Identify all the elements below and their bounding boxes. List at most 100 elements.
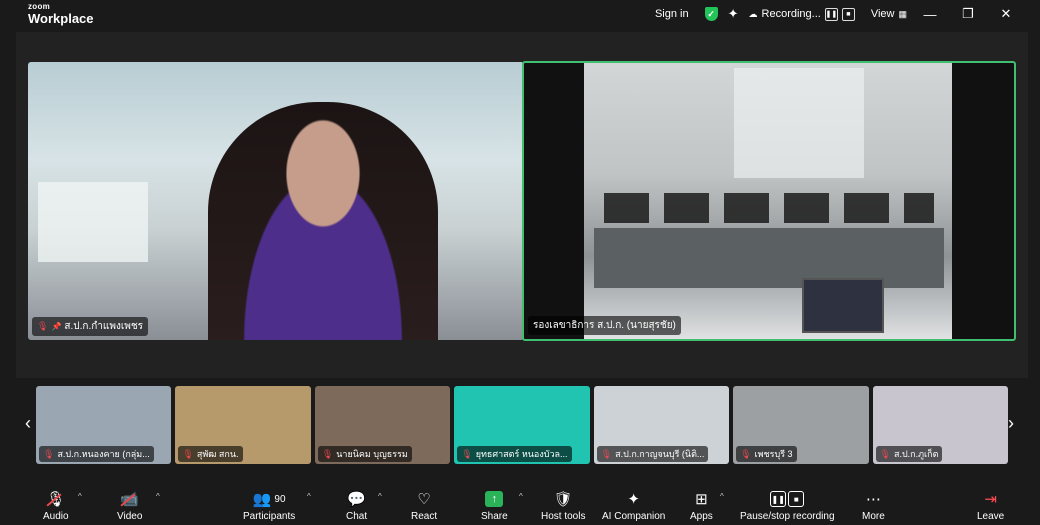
view-label: View [870,8,895,20]
close-icon[interactable]: ✕ [992,6,1020,22]
mic-muted-icon: 🎙 [600,448,613,459]
video-stage: 🎙 📌 ส.ป.ก.กำแพงเพชร รองเลขาธิการ ส.ป.ก. … [16,32,1028,378]
pause-recording-label: Pause/stop recording [740,511,835,522]
view-menu-button[interactable]: View ▦ [870,8,907,20]
restore-icon[interactable]: ❐ [954,6,982,22]
ai-companion-sparkle-icon[interactable]: ✦ [728,6,739,22]
react-label: React [411,511,438,522]
participant-name-tag: 🎙 ส.ป.ก.กาญจนบุรี (นิติ... [596,446,709,462]
apps-button[interactable]: ⊞ Apps [690,489,713,522]
chat-button[interactable]: 💬 Chat [346,489,367,522]
mic-muted-icon: 🎙 [37,321,49,331]
chat-bubble-icon: 💬 [347,491,366,508]
participant-name-tag: 🎙 📌 ส.ป.ก.กำแพงเพชร [32,317,149,336]
mic-muted-icon: 🎙 [740,448,752,459]
gallery-thumbnail[interactable]: 🎙 ส.ป.ก.หนองคาย (กลุ่ม... [36,386,172,464]
ai-companion-button[interactable]: ✦ AI Companion [602,489,665,522]
leave-label: Leave [977,511,1005,522]
room-display-screen [802,278,884,333]
participants-label: Participants [243,511,296,522]
more-button[interactable]: ⋯ More [862,489,885,522]
participant-name: ส.ป.ก.กาญจนบุรี (นิติ... [615,449,705,459]
recording-label: Recording... [761,8,821,20]
pin-icon: 📌 [51,322,62,331]
ai-companion-label: AI Companion [602,511,666,522]
ai-sparkle-icon: ✦ [627,491,640,508]
video-options-caret-icon[interactable]: ^ [156,492,160,501]
meeting-room-video [584,63,952,339]
logo-workplace-text: Workplace [28,11,94,26]
video-tile-active-speaker[interactable]: 🎙 📌 ส.ป.ก.กำแพงเพชร [28,62,524,340]
video-tile-spotlight[interactable]: รองเลขาธิการ ส.ป.ก. (นายสุรชัย) [522,61,1016,341]
participant-name: นายนิคม บุญธรรม [336,449,408,459]
conference-table [594,228,944,288]
participant-name-tag: 🎙 ส.ป.ก.ภูเก็ต [875,446,943,462]
gallery-thumbnail[interactable]: 🎙 ส.ป.ก.กาญจนบุรี (นิติ... [593,386,730,464]
chat-label: Chat [346,511,368,522]
gallery-thumbnail[interactable]: 🎙 เพชรบุรี 3 [733,386,869,464]
logo-zoom-text: zoom [28,2,51,11]
more-dots-icon: ⋯ [865,491,881,508]
title-bar: zoom Workplace Sign in ✓ ✦ ☁ Recording..… [0,0,1040,30]
mic-muted-icon: 🎙 [461,448,473,459]
room-window [734,68,864,178]
participant-name: ส.ป.ก.หนองคาย (กลุ่ม... [57,449,150,459]
grid-icon: ▦ [898,8,906,19]
recording-indicator: ☁ Recording... ❚❚ ■ [749,7,855,21]
apps-grid-icon: ⊞ [695,491,708,508]
apps-label: Apps [690,511,713,522]
participant-name-tag: 🎙 เพชรบุรี 3 [736,446,797,462]
host-tools-button[interactable]: 🛡 Host tools [541,489,585,522]
monitor-row [604,193,934,223]
share-label: Share [481,511,508,522]
pause-stop-icon: ❚❚ ■ [770,491,805,507]
recording-stop-button[interactable]: ■ [841,7,855,21]
audio-options-caret-icon[interactable]: ^ [78,492,82,501]
participants-icon: 👥 [252,491,272,508]
sign-in-link[interactable]: Sign in [655,8,689,20]
minimize-icon[interactable]: — [916,7,944,22]
zoom-workplace-logo: zoom Workplace [28,2,94,26]
gallery-thumbnail[interactable]: 🎙 ยุทธศาสตร์ หนองบัวล... [454,386,590,464]
pause-stop-recording-button[interactable]: ❚❚ ■ Pause/stop recording [740,489,835,522]
leave-button[interactable]: ⇥ Leave [977,489,1004,522]
gallery-thumbnail[interactable]: 🎙 นายนิคม บุญธรรม [314,386,451,464]
microphone-muted-icon: 🎙 [46,491,66,508]
participant-name-tag: รองเลขาธิการ ส.ป.ก. (นายสุรชัย) [528,316,681,335]
share-button[interactable]: ↑ Share [481,489,508,522]
apps-options-caret-icon[interactable]: ^ [720,492,724,501]
gallery-next-arrow-icon[interactable]: › [1008,413,1014,434]
audio-button[interactable]: 🎙 Audio [43,489,69,522]
participant-name-tag: 🎙 ยุทธศาสตร์ หนองบัวล... [457,446,572,462]
chat-options-caret-icon[interactable]: ^ [378,492,382,501]
gallery-prev-arrow-icon[interactable]: ‹ [25,413,31,434]
security-shield-icon[interactable]: ✓ [704,7,718,21]
participant-name: ยุทธศาสตร์ หนองบัวล... [475,449,568,459]
participant-video [208,102,438,340]
participant-name: ส.ป.ก.กำแพงเพชร [64,321,144,332]
camera-off-icon: 📹 [120,491,140,508]
participants-button[interactable]: 👥 90 Participants [243,489,295,522]
video-label: Video [117,511,143,522]
video-button[interactable]: 📹 Video [117,489,142,522]
participant-name: รองเลขาธิการ ส.ป.ก. (นายสุรชัย) [533,320,676,331]
react-button[interactable]: ♡ React [411,489,437,522]
gallery-thumbnail[interactable]: 🎙 ส.ป.ก.ภูเก็ต [872,386,1008,464]
mic-muted-icon: 🎙 [43,448,55,459]
participant-name: ส.ป.ก.ภูเก็ต [893,449,939,459]
participants-count: 90 [274,493,286,505]
participant-name-tag: 🎙 นายนิคม บุญธรรม [317,446,412,462]
participant-name: สุพัฒ สกน. [196,449,239,459]
more-label: More [862,511,885,522]
heart-icon: ♡ [417,491,431,508]
meeting-toolbar: 🎙 Audio ^ 📹 Video ^ 👥 90 Participants ^ 💬… [0,482,1040,525]
leave-door-icon: ⇥ [984,491,997,508]
share-options-caret-icon[interactable]: ^ [519,492,523,501]
share-arrow-icon: ↑ [485,491,504,507]
host-tools-label: Host tools [541,511,586,522]
recording-pause-button[interactable]: ❚❚ [824,7,838,21]
mic-muted-icon: 🎙 [182,448,194,459]
gallery-strip: 🎙 ส.ป.ก.หนองคาย (กลุ่ม... 🎙 สุพัฒ สกน. 🎙 นายน… [36,386,1008,464]
participants-options-caret-icon[interactable]: ^ [307,492,311,501]
gallery-thumbnail[interactable]: 🎙 สุพัฒ สกน. [175,386,311,464]
